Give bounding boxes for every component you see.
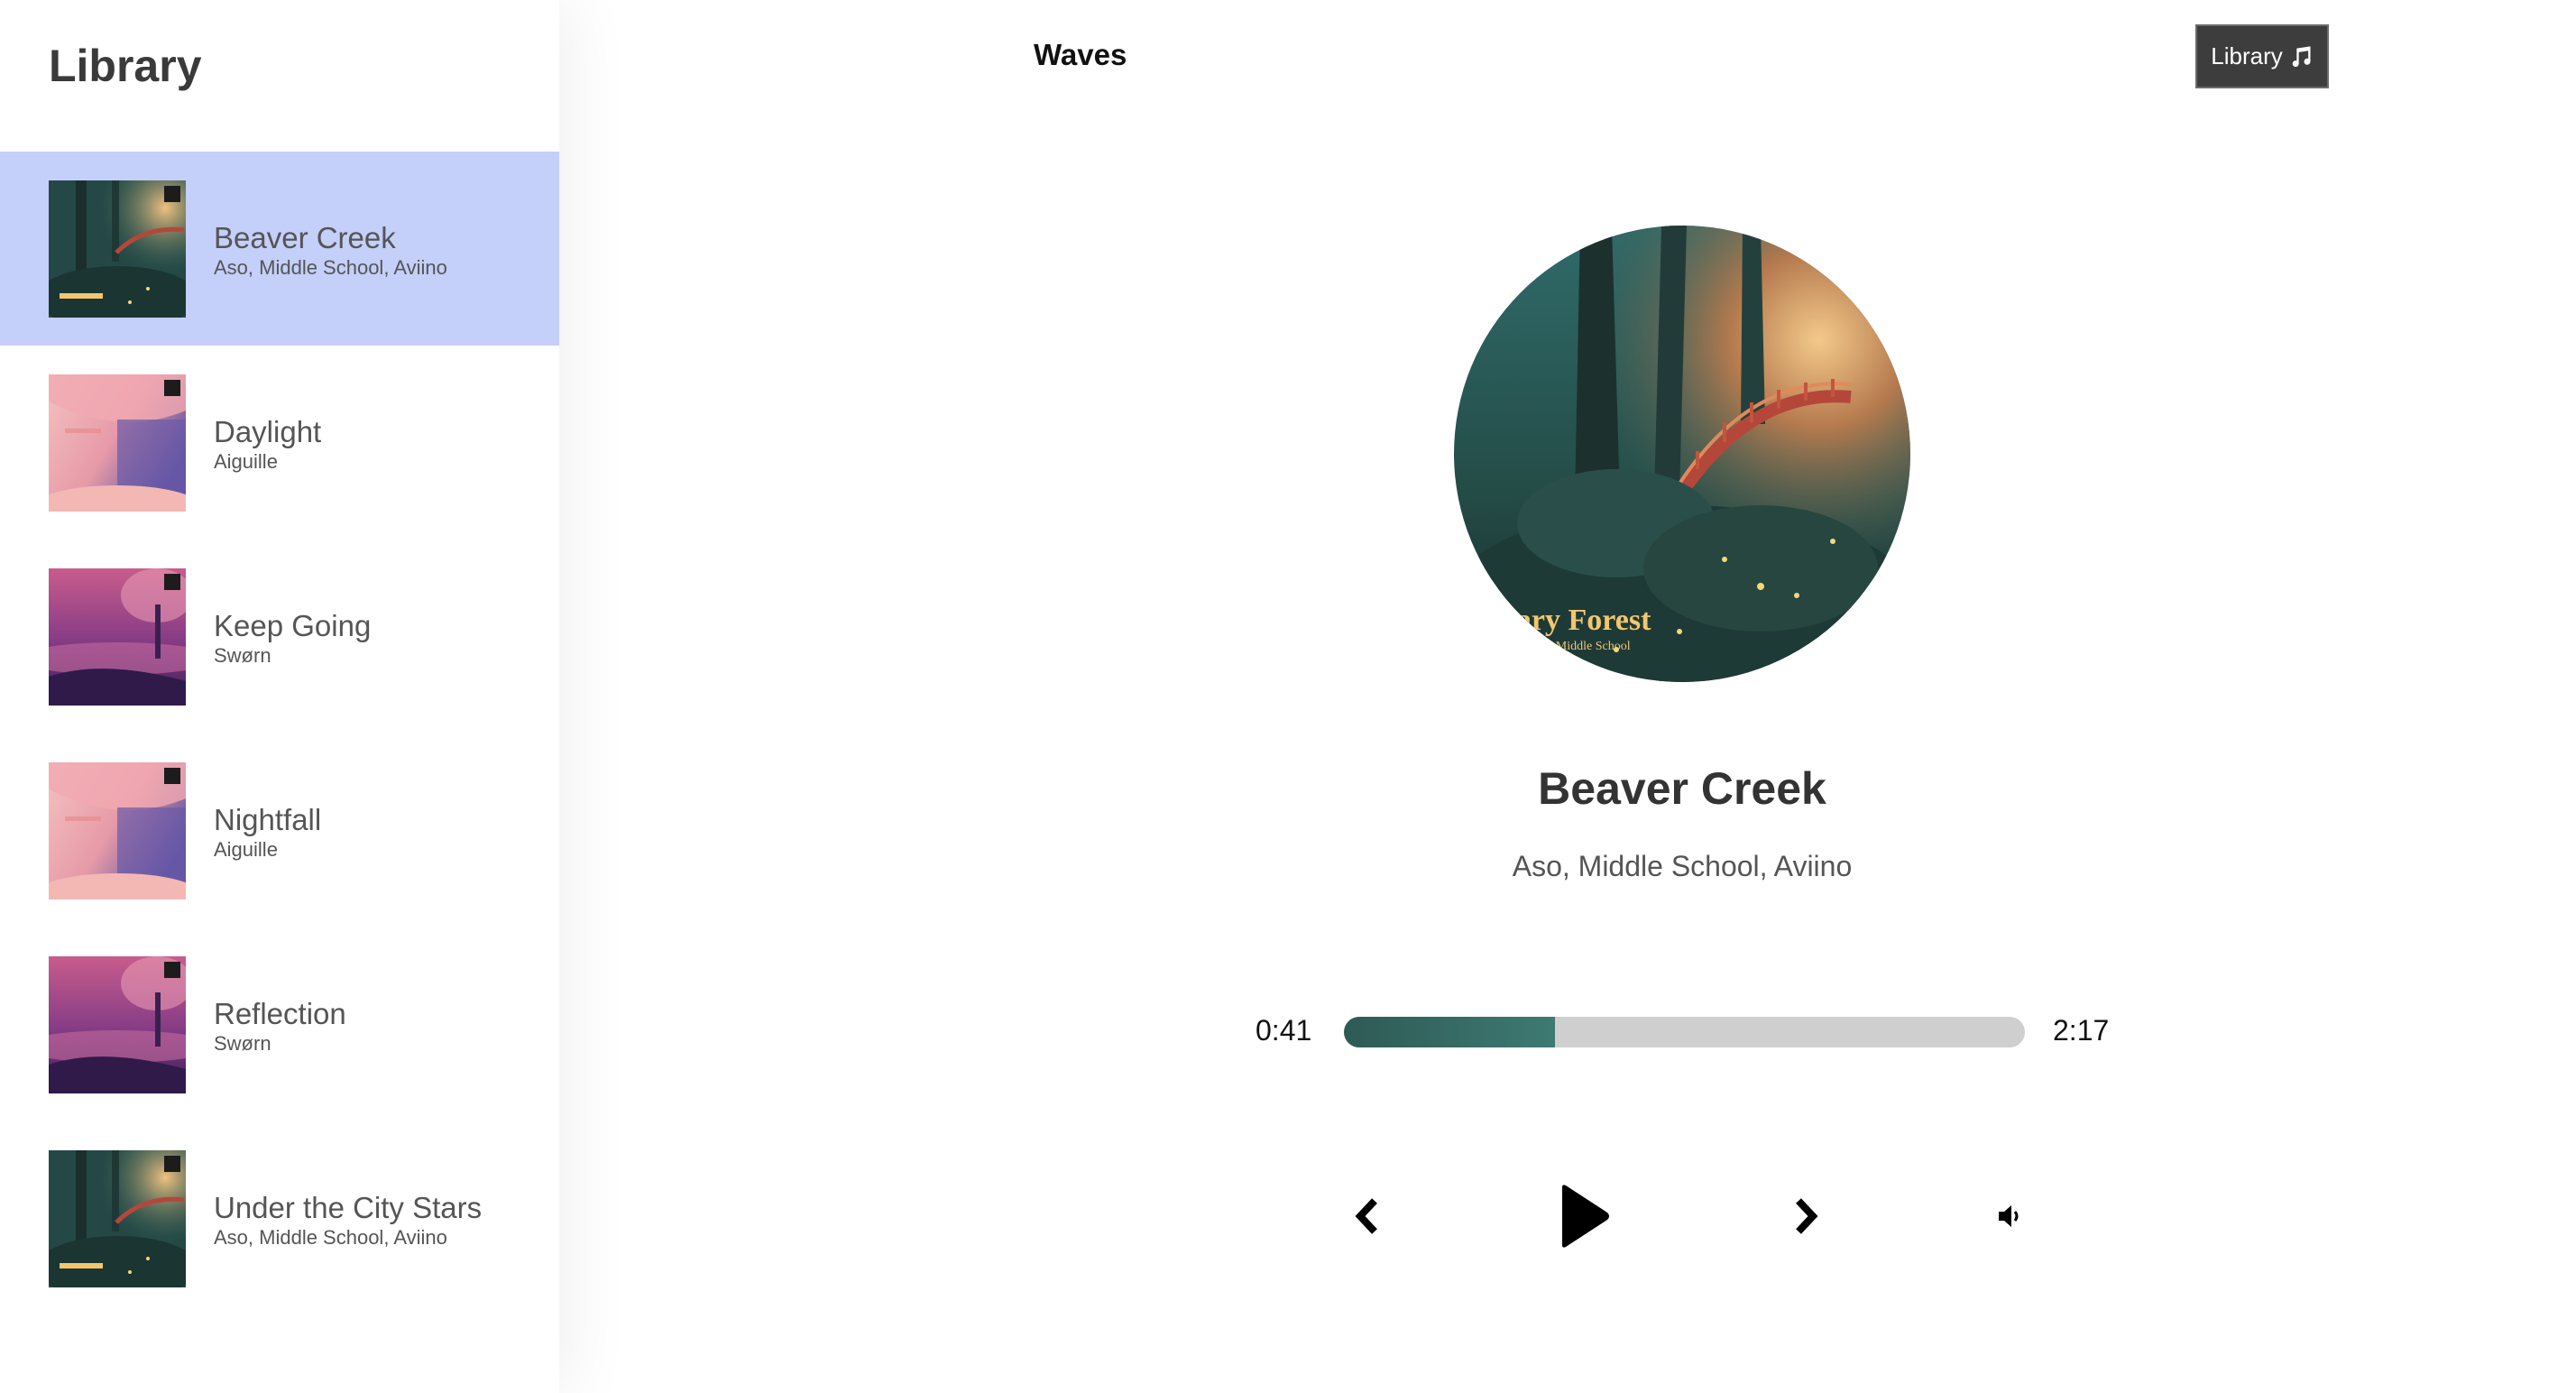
song-artist: Aso, Middle School, Aviino <box>214 256 447 279</box>
song-item[interactable]: Keep Going Swørn <box>0 540 559 733</box>
song-item[interactable]: Daylight Aiguille <box>0 346 559 540</box>
current-time: 0:41 <box>1256 1014 1312 1047</box>
song-artist: Aiguille <box>214 838 278 861</box>
song-name: Beaver Creek <box>214 221 396 254</box>
total-time: 2:17 <box>2053 1014 2110 1047</box>
song-name: Nightfall <box>214 803 322 836</box>
library-button-label: Library <box>2211 42 2283 69</box>
song-name: Daylight <box>214 415 322 448</box>
song-list: Beaver Creek Aso, Middle School, Aviino … <box>0 152 559 1315</box>
song-artist: Swørn <box>214 1032 271 1055</box>
song-artist: Aiguille <box>214 450 278 473</box>
song-item[interactable]: Reflection Swørn <box>0 927 559 1121</box>
progress-fill <box>1344 1017 1556 1047</box>
now-playing-cover: nary Forest viino x Middle School <box>1454 226 1910 682</box>
song-name: Under the City Stars <box>214 1191 483 1224</box>
cover-title-text: nary Forest <box>1499 604 1651 637</box>
song-name: Keep Going <box>214 609 372 642</box>
library-title: Library <box>49 41 202 91</box>
album-art <box>49 761 186 899</box>
volume-button[interactable] <box>1993 1200 2028 1232</box>
song-name: Reflection <box>214 997 346 1030</box>
track-artist: Aso, Middle School, Aviino <box>1512 850 1853 882</box>
previous-button[interactable] <box>1346 1191 1387 1241</box>
album-art <box>49 180 186 318</box>
library-toggle-button[interactable]: Library <box>2195 24 2329 88</box>
volume-icon <box>1999 1205 2019 1227</box>
chevron-left-icon <box>1355 1198 1377 1234</box>
cover-subtitle-text: viino x Middle School <box>1517 640 1631 653</box>
chevron-right-icon <box>1796 1198 1818 1234</box>
track-title: Beaver Creek <box>1538 763 1826 814</box>
progress-bar[interactable] <box>1344 1017 2025 1047</box>
play-icon <box>1562 1185 1609 1248</box>
album-art <box>49 955 186 1093</box>
play-button[interactable] <box>1555 1178 1613 1254</box>
song-item[interactable]: Beaver Creek Aso, Middle School, Aviino <box>0 152 559 346</box>
library-sidebar: Library Beaver Creek Aso, Middle School,… <box>0 0 559 1393</box>
album-art <box>49 1149 186 1287</box>
app-brand: Waves <box>1034 38 1127 71</box>
song-artist: Swørn <box>214 644 271 667</box>
song-artist: Aso, Middle School, Aviino <box>214 1226 447 1249</box>
album-art <box>49 374 186 512</box>
song-item[interactable]: Nightfall Aiguille <box>0 733 559 927</box>
music-note-icon <box>2292 45 2311 67</box>
song-item[interactable]: Under the City Stars Aso, Middle School,… <box>0 1121 559 1315</box>
album-art <box>49 567 186 706</box>
next-button[interactable] <box>1786 1191 1827 1241</box>
